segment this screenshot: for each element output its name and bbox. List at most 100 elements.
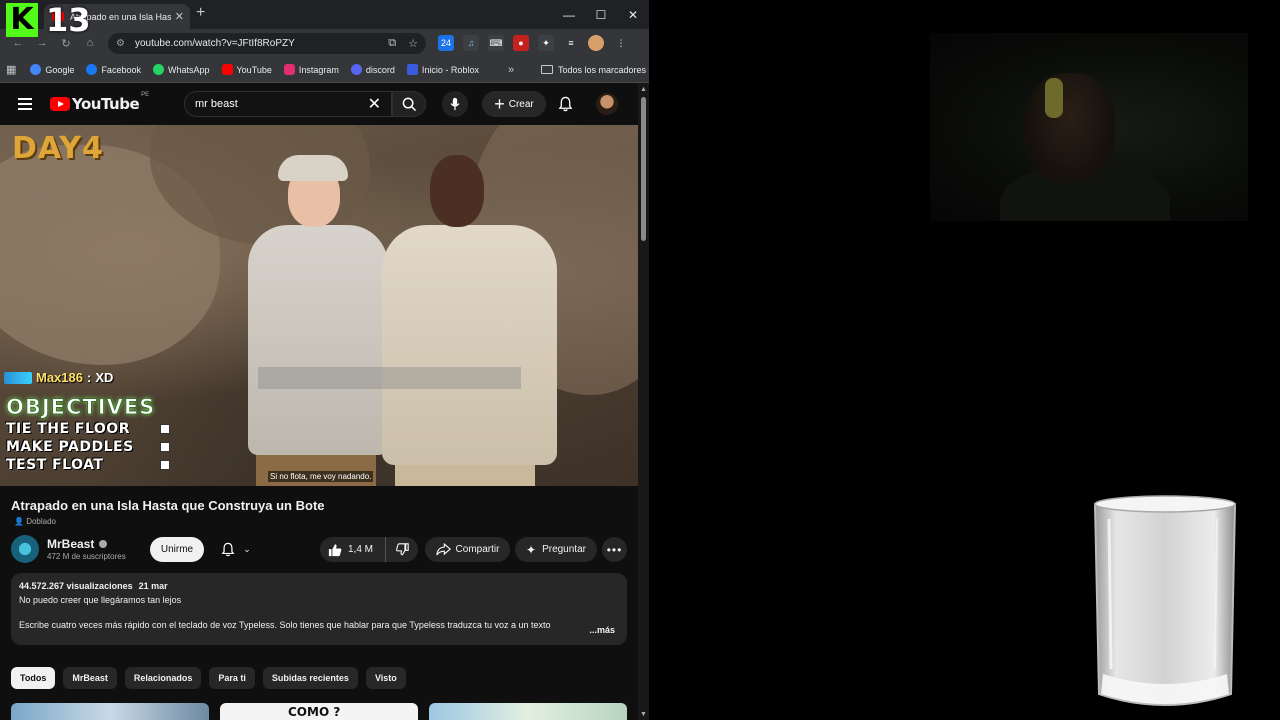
bookmark-label: Inicio - Roblox — [421, 64, 479, 75]
search-button[interactable] — [392, 91, 426, 117]
objective-label: MAKE PADDLES — [6, 439, 134, 455]
video-person-head — [430, 155, 484, 227]
related-video-thumbnail[interactable] — [429, 703, 627, 720]
audio-extension-icon[interactable]: ♫ — [463, 35, 479, 51]
account-avatar[interactable] — [596, 93, 618, 115]
related-video-thumbnail[interactable]: COMO ? — [220, 703, 418, 720]
youtube-logo[interactable]: YouTube PE — [50, 92, 149, 113]
translate-extension-icon[interactable]: ⌨ — [488, 35, 504, 51]
close-window-icon[interactable]: ✕ — [617, 0, 649, 29]
minimize-icon[interactable]: — — [553, 0, 585, 29]
omnibox[interactable]: ⚙ youtube.com/watch?v=JFtIf8RoPZY ⧉ ☆ — [108, 33, 426, 54]
headset-icon — [1045, 78, 1063, 118]
bookmark-discord[interactable]: discord — [350, 64, 395, 75]
chat-badge-icon — [4, 371, 32, 384]
chip-relacionados[interactable]: Relacionados — [124, 667, 202, 689]
subscriber-count: 472 M de suscriptores — [47, 552, 126, 561]
show-more-link[interactable]: ...más — [587, 625, 615, 635]
like-button[interactable]: 1,4 M — [320, 537, 386, 562]
bookmark-facebook[interactable]: Facebook — [86, 64, 141, 75]
page-scrollbar[interactable]: ▲ ▼ — [638, 83, 649, 720]
maximize-icon[interactable]: ☐ — [585, 0, 617, 29]
scroll-up-icon[interactable]: ▲ — [640, 86, 647, 93]
channel-avatar[interactable] — [11, 535, 39, 563]
youtube-header: YouTube PE mr beast ✕ + Crear — [0, 83, 638, 125]
description-line: No puedo creer que llegáramos tan lejos — [19, 595, 182, 605]
extension-badge-count: 24 — [440, 38, 451, 48]
search-query[interactable]: mr beast — [195, 98, 368, 110]
description-box[interactable]: 44.572.267 visualizaciones 21 mar No pued… — [11, 573, 627, 645]
url-text[interactable]: youtube.com/watch?v=JFtIf8RoPZY — [135, 38, 388, 49]
video-player[interactable]: DAY4 Max186 : XD OBJECTIVES TIE THE FLOO… — [0, 125, 638, 486]
menu-icon[interactable] — [18, 98, 32, 110]
scroll-down-icon[interactable]: ▼ — [640, 711, 647, 718]
thumbnail-text: COMO ? — [288, 705, 341, 719]
record-extension-icon[interactable]: ● — [513, 35, 529, 51]
tab-close-icon[interactable]: ✕ — [175, 10, 184, 23]
verified-icon — [99, 540, 108, 548]
bookmark-instagram[interactable]: Instagram — [283, 64, 339, 75]
extension-badge-icon[interactable]: 24 — [438, 35, 454, 51]
all-bookmarks-button[interactable]: Todos los marcadores — [541, 65, 646, 75]
clear-search-icon[interactable]: ✕ — [368, 94, 381, 114]
bookmark-star-icon[interactable]: ☆ — [408, 37, 418, 50]
more-dots-icon: ••• — [606, 542, 623, 557]
video-person-hat — [278, 155, 348, 181]
bookmark-label: YouTube — [236, 64, 272, 75]
video-person-left — [248, 225, 388, 455]
bookmark-youtube[interactable]: YouTube — [221, 64, 272, 75]
objective-label: TEST FLOAT — [6, 457, 104, 473]
address-bar-row: ← → ↻ ⌂ ⚙ youtube.com/watch?v=JFtIf8RoPZ… — [0, 29, 649, 57]
apps-grid-icon[interactable]: ▦ — [6, 63, 16, 76]
new-tab-icon[interactable]: + — [196, 4, 205, 22]
extensions-bar: 24 ♫ ⌨ ● ✦ ≡ ⋮ — [438, 35, 629, 51]
share-button[interactable]: Compartir — [425, 537, 510, 562]
search-icon — [402, 97, 416, 111]
scrollbar-thumb[interactable] — [641, 97, 646, 241]
stream-chat-message: Max186 : XD — [4, 370, 113, 385]
webcam-person-face — [1025, 73, 1115, 183]
related-filter-chips: Todos MrBeast Relacionados Para ti Subid… — [11, 667, 406, 689]
back-icon[interactable]: ← — [10, 37, 26, 50]
channel-name-text[interactable]: MrBeast — [47, 537, 94, 551]
channel-name[interactable]: MrBeast — [47, 537, 108, 551]
voice-search-button[interactable] — [442, 91, 468, 117]
extensions-puzzle-icon[interactable]: ✦ — [538, 35, 554, 51]
dubbed-label: Doblado — [26, 517, 56, 526]
instagram-icon — [283, 64, 295, 75]
chip-visto[interactable]: Visto — [365, 667, 406, 689]
dubbed-badge: 👤 Doblado — [14, 517, 56, 526]
bookmarks-overflow-icon[interactable]: » — [508, 64, 514, 76]
webcam-feed — [930, 33, 1248, 221]
create-button[interactable]: + Crear — [482, 91, 546, 117]
join-button[interactable]: Unirme — [150, 537, 204, 562]
all-bookmarks-label: Todos los marcadores — [558, 64, 647, 75]
video-person-right — [382, 225, 557, 465]
chip-subidas-recientes[interactable]: Subidas recientes — [262, 667, 358, 689]
bookmark-roblox[interactable]: Inicio - Roblox — [406, 64, 479, 75]
chip-todos[interactable]: Todos — [11, 667, 56, 689]
share-label: Compartir — [455, 544, 500, 555]
install-app-icon[interactable]: ⧉ — [388, 37, 396, 50]
profile-avatar-icon[interactable] — [588, 35, 604, 51]
dislike-button[interactable] — [386, 543, 418, 556]
video-banner — [258, 367, 521, 389]
subscription-bell-button[interactable]: ⌄ — [213, 537, 259, 562]
chip-para-ti[interactable]: Para ti — [209, 667, 255, 689]
bookmark-whatsapp[interactable]: WhatsApp — [152, 64, 210, 75]
ask-button[interactable]: ✦ Preguntar — [515, 537, 597, 562]
bookmark-google[interactable]: Google — [30, 64, 74, 75]
search-input[interactable]: mr beast ✕ — [184, 91, 392, 117]
related-video-thumbnail[interactable] — [11, 703, 209, 720]
chat-text: XD — [95, 370, 114, 385]
more-actions-button[interactable]: ••• — [602, 537, 627, 562]
chevron-down-icon: ⌄ — [243, 544, 251, 554]
facebook-icon — [86, 64, 98, 75]
chip-mrbeast[interactable]: MrBeast — [63, 667, 117, 689]
microphone-icon — [450, 97, 460, 111]
site-info-icon[interactable]: ⚙ — [116, 38, 125, 49]
playlist-icon[interactable]: ≡ — [563, 35, 579, 51]
video-title: Atrapado en una Isla Hasta que Construya… — [11, 498, 325, 513]
browser-menu-icon[interactable]: ⋮ — [613, 35, 629, 51]
notifications-button[interactable] — [558, 96, 573, 117]
